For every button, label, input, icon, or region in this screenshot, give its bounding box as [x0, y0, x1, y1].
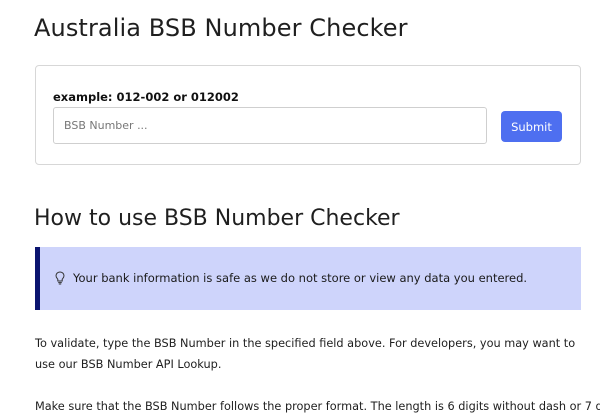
submit-button[interactable]: Submit [501, 111, 562, 142]
info-callout: Your bank information is safe as we do n… [35, 247, 581, 310]
section-heading: How to use BSB Number Checker [34, 206, 400, 231]
lightbulb-icon [55, 271, 65, 285]
bsb-form-card: example: 012-002 or 012002 Submit [35, 65, 581, 165]
page-title: Australia BSB Number Checker [34, 14, 408, 42]
example-label: example: 012-002 or 012002 [53, 90, 239, 104]
bsb-number-input[interactable] [53, 107, 487, 144]
format-paragraph: Make sure that the BSB Number follows th… [35, 400, 600, 413]
instructions-paragraph: To validate, type the BSB Number in the … [35, 337, 576, 371]
info-text: Your bank information is safe as we do n… [73, 271, 528, 285]
